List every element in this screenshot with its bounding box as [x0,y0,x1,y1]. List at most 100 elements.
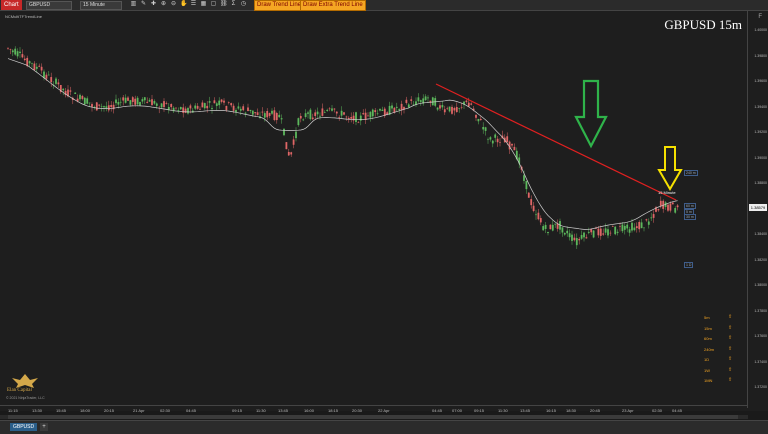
candle-body [194,105,197,109]
price-marker-30m: 30 m [684,214,696,220]
candle-body [631,222,633,231]
candle-body [14,48,17,55]
candle-body [62,88,65,91]
price-tick-label: 1.37600 [754,334,767,338]
candle-body [299,115,302,119]
time-tick-label: 20:30 [352,408,363,413]
candle-body [453,107,456,111]
candle-body [151,99,153,106]
candle-body [321,108,324,116]
candle-body [369,111,372,118]
candle-body [568,233,571,238]
candle-body [544,224,547,229]
candle-body [537,212,540,220]
candle-body [475,114,477,118]
candle-body [458,108,461,109]
candle-body [633,227,636,231]
time-tick-label: 13:30 [32,408,43,413]
candle-body [604,228,607,233]
horizontal-scrollbar[interactable] [0,415,748,419]
candle-body [86,98,89,104]
candle-body [487,139,489,141]
time-tick-label: 22 Apr [378,408,390,413]
candle-body [328,108,331,110]
price-tick-label: 1.39400 [754,104,767,109]
candle-body [163,101,165,108]
candle-body [451,106,453,114]
candle-body [280,118,283,120]
candle-body [297,118,300,126]
candle-body [489,137,492,140]
candle-body [573,237,576,241]
candle-body [165,103,168,104]
candle-body [211,108,213,110]
price-tick-label: 1.37800 [754,308,767,313]
candle-body [31,63,33,64]
candle-body [446,108,449,110]
time-tick-label: 11:15 [8,408,18,413]
candle-body [602,233,605,235]
candle-body [196,105,199,109]
candle-body [100,106,103,107]
candle-body [117,102,120,105]
candle-body [239,108,242,111]
candle-body [256,112,259,116]
candle-body [215,103,218,106]
candle-body [273,110,276,121]
candle-body [635,226,638,229]
add-tab-button[interactable]: + [40,423,48,431]
candle-body [153,101,156,104]
candle-body [609,232,612,234]
candle-body [551,224,554,231]
candle-body [669,203,672,211]
candle-body [268,113,271,116]
candle-body [208,101,211,103]
candle-body [218,100,221,106]
candle-body [597,228,600,236]
scrollbar-thumb[interactable] [8,415,738,419]
candle-body [379,108,381,111]
candle-body [57,82,60,85]
candle-body [619,226,621,227]
candle-body [371,109,374,117]
candle-body [645,219,648,221]
candle-body [220,99,223,102]
candle-body [311,117,314,120]
candle-body [667,204,669,211]
price-marker-240m: 240 m [684,170,698,176]
candle-body [623,225,626,230]
candle-body [331,108,333,111]
candle-body [187,108,189,114]
candle-body [674,208,677,213]
time-tick-label: 04:45 [432,408,443,413]
trend-line-label: 15 Minute [658,190,676,195]
time-tick-label: 07:00 [452,408,463,413]
candle-body [83,97,86,105]
candle-body [647,221,650,225]
time-tick-label: 16:15 [546,408,557,413]
timeframe-label: 5m [704,315,710,320]
price-tick-label: 1.38400 [754,232,767,236]
candle-body [141,99,144,102]
logo-text: Elan Capital [7,388,32,393]
candle-body [513,146,516,151]
candle-body [50,77,53,82]
candle-body [599,228,602,236]
candle-body [227,102,230,103]
instrument-tab[interactable]: GBPUSD [10,423,38,431]
price-tick-label: 1.39000 [754,155,767,160]
candle-body [201,102,204,108]
candle-body [671,202,674,205]
candle-body [263,113,266,118]
time-tick-label: 16:00 [304,408,315,413]
candle-body [9,49,12,50]
time-tick-label: 20:45 [590,408,601,413]
candle-body [287,151,290,156]
candle-body [578,238,581,241]
candle-body [28,61,31,64]
candle-body [561,227,564,233]
candle-body [143,97,146,101]
candle-body [81,96,84,99]
trend-up-arrow-icon: ⇧ [728,335,733,341]
candle-body [467,102,470,107]
